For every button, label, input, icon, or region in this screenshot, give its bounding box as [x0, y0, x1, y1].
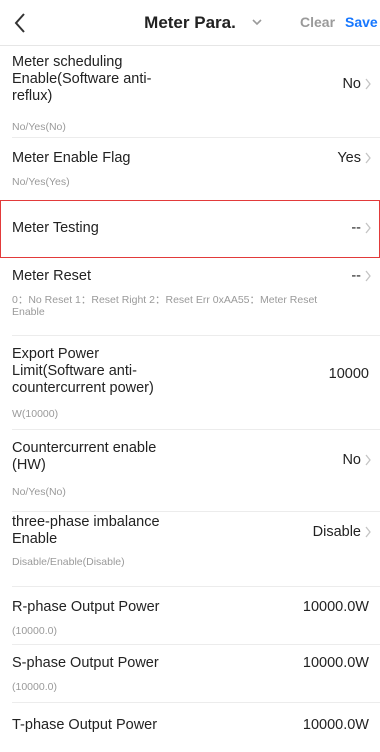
list-item-r-phase-output-power[interactable]: R-phase Output Power 10000.0W (10000.0): [0, 587, 380, 645]
parameter-list: Meter scheduling Enable(Software anti-re…: [0, 46, 380, 743]
chevron-down-icon[interactable]: [249, 14, 265, 30]
row-label: three-phase imbalance Enable: [12, 514, 160, 547]
row-value: 10000.0W: [302, 655, 369, 671]
chevron-right-icon: [365, 270, 371, 282]
row-label: S-phase Output Power: [12, 655, 159, 671]
row-hint: No/Yes(No): [12, 486, 66, 498]
row-label: T-phase Output Power: [12, 717, 158, 733]
row-label: Export Power Limit(Software anti-counter…: [12, 346, 154, 396]
back-arrow-icon[interactable]: [6, 9, 34, 37]
row-hint: (10000.0): [12, 625, 57, 637]
row-hint: Disable/Enable(Disable): [12, 556, 125, 568]
row-value: Disable: [312, 524, 361, 540]
row-label: Meter Enable Flag: [12, 150, 131, 166]
row-value: 10000.0W: [302, 599, 369, 615]
row-value: No: [342, 76, 361, 92]
chevron-right-icon: [365, 526, 371, 538]
list-item-export-power-limit[interactable]: Export Power Limit(Software anti-counter…: [0, 336, 380, 430]
list-item-countercurrent-enable[interactable]: Countercurrent enable (HW) No No/Yes(No): [0, 430, 380, 512]
list-item-meter-scheduling[interactable]: Meter scheduling Enable(Software anti-re…: [0, 46, 380, 138]
row-value: 10000: [328, 366, 369, 382]
chevron-right-icon: [365, 222, 371, 234]
row-value: No: [342, 452, 361, 468]
chevron-right-icon: [365, 78, 371, 90]
row-value: 10000.0W: [302, 717, 369, 733]
row-label: R-phase Output Power: [12, 599, 160, 615]
row-hint: W(10000): [12, 408, 59, 420]
list-item-meter-enable-flag[interactable]: Meter Enable Flag Yes No/Yes(Yes): [0, 138, 380, 200]
chevron-right-icon: [365, 152, 371, 164]
clear-button[interactable]: Clear: [300, 14, 335, 30]
row-hint: 0：No Reset 1：Reset Right 2：Reset Err 0xA…: [12, 294, 318, 318]
row-label: Meter Testing: [12, 220, 99, 236]
row-hint: (10000.0): [12, 681, 57, 693]
row-label: Countercurrent enable (HW): [12, 440, 157, 473]
row-hint: No/Yes(Yes): [12, 176, 70, 188]
list-item-meter-reset[interactable]: Meter Reset -- 0：No Reset 1：Reset Right …: [0, 258, 380, 336]
nav-bar: Meter Para. Clear Save: [0, 0, 380, 46]
save-button[interactable]: Save: [345, 14, 378, 30]
row-value: --: [351, 220, 361, 236]
row-value: --: [351, 268, 361, 284]
list-item-s-phase-output-power[interactable]: S-phase Output Power 10000.0W (10000.0): [0, 645, 380, 703]
row-value: Yes: [337, 150, 361, 166]
list-item-three-phase-imbalance[interactable]: three-phase imbalance Enable Disable Dis…: [0, 512, 380, 587]
row-label: Meter scheduling Enable(Software anti-re…: [12, 54, 152, 104]
row-label: Meter Reset: [12, 268, 91, 284]
list-item-meter-testing[interactable]: Meter Testing --: [0, 200, 380, 258]
row-hint: No/Yes(No): [12, 121, 66, 133]
chevron-right-icon: [365, 454, 371, 466]
list-item-t-phase-output-power[interactable]: T-phase Output Power 10000.0W: [0, 703, 380, 743]
